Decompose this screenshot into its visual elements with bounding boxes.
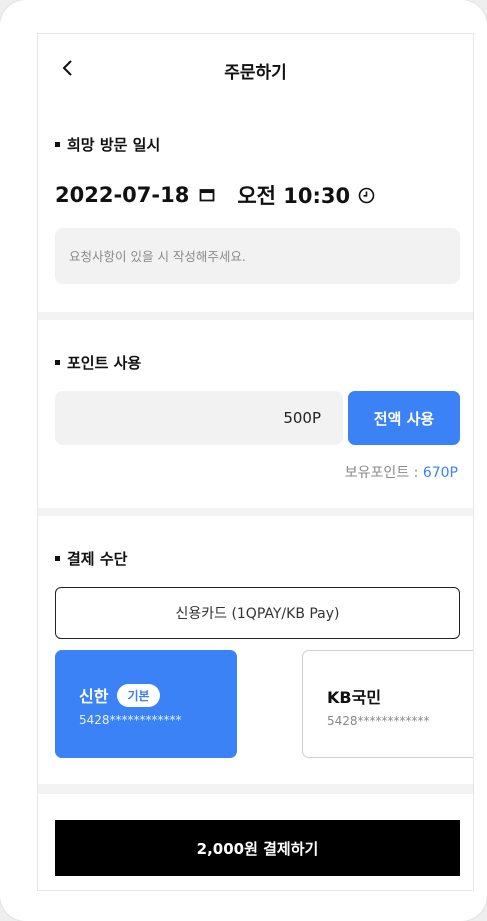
card-name: KB국민 — [327, 688, 382, 707]
owned-points: 보유포인트 : 670P — [345, 462, 458, 482]
clock-icon[interactable] — [358, 187, 375, 204]
payment-method-select[interactable]: 신용카드 (1QPAY/KB Pay) — [55, 587, 460, 639]
order-screen: 주문하기 희망 방문 일시 2022-07-18 오전 10:30 요청사항이 … — [37, 33, 474, 891]
visit-section-title: 희망 방문 일시 — [55, 134, 160, 155]
points-section-label: 포인트 사용 — [67, 354, 142, 372]
owned-points-label: 보유포인트 : — [344, 465, 419, 481]
bullet-icon — [55, 142, 60, 147]
points-value: 500P — [283, 409, 321, 427]
points-section-title: 포인트 사용 — [55, 352, 141, 373]
default-badge: 기본 — [117, 683, 160, 707]
bullet-icon — [55, 360, 60, 365]
card-shinhan[interactable]: 신한 기본 5428************ — [55, 650, 237, 758]
card-name: 신한 기본 — [79, 683, 160, 707]
request-input[interactable] — [55, 228, 460, 284]
calendar-icon[interactable] — [199, 188, 215, 202]
card-kb[interactable]: KB국민 5428************ — [302, 650, 473, 758]
visit-section-label: 희망 방문 일시 — [67, 136, 161, 154]
device-frame: 주문하기 희망 방문 일시 2022-07-18 오전 10:30 요청사항이 … — [0, 0, 487, 921]
bullet-icon — [55, 556, 60, 561]
visit-section: 주문하기 희망 방문 일시 2022-07-18 오전 10:30 — [38, 34, 473, 312]
visit-time[interactable]: 오전 10:30 — [237, 180, 350, 210]
page-title: 주문하기 — [224, 63, 287, 83]
visit-date[interactable]: 2022-07-18 — [55, 183, 189, 207]
owned-points-value: 670P — [422, 465, 458, 481]
visit-datetime: 2022-07-18 오전 10:30 — [55, 180, 375, 210]
card-number: 5428************ — [79, 713, 182, 727]
card-name-label: 신한 — [79, 687, 109, 706]
use-all-points-button[interactable]: 전액 사용 — [348, 391, 460, 445]
card-number: 5428************ — [327, 714, 430, 728]
points-input[interactable]: 500P — [55, 391, 343, 445]
payment-section-label: 결제 수단 — [67, 550, 128, 568]
pay-button[interactable]: 2,000원 결제하기 — [55, 820, 460, 876]
payment-section-title: 결제 수단 — [55, 548, 127, 569]
